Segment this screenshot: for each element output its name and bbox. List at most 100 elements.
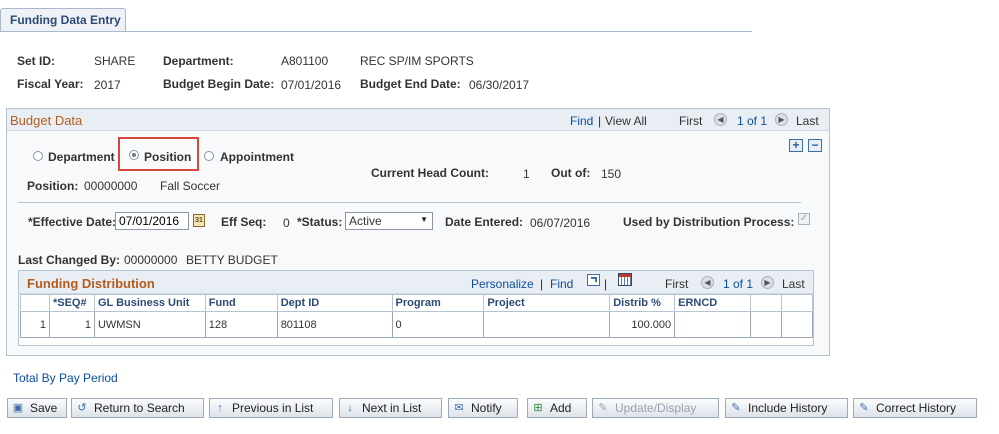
- return-to-search-button[interactable]: ↺ Return to Search: [71, 398, 204, 418]
- tab-funding-data-entry[interactable]: Funding Data Entry: [0, 8, 126, 32]
- col-dept-id[interactable]: Dept ID: [276, 294, 393, 312]
- budget-prev-arrow-icon[interactable]: ◀: [714, 113, 727, 126]
- cell-project: [483, 311, 611, 338]
- update-display-icon: ✎: [598, 402, 608, 414]
- total-by-pay-period-link[interactable]: Total By Pay Period: [13, 371, 118, 385]
- col-program[interactable]: Program: [391, 294, 485, 312]
- radio-position-label: Position: [144, 150, 192, 164]
- delete-row-icon[interactable]: −: [808, 139, 822, 152]
- col-fund[interactable]: Fund: [204, 294, 278, 312]
- funding-next-arrow-icon[interactable]: ▶: [761, 276, 774, 289]
- calendar-icon[interactable]: 31: [193, 214, 205, 227]
- add-button[interactable]: ⊞ Add: [527, 398, 587, 418]
- position-number: 00000000: [84, 179, 138, 193]
- last-changed-by-label: Last Changed By:: [18, 253, 121, 267]
- status-label: *Status:: [297, 215, 343, 229]
- col-erncd[interactable]: ERNCD: [674, 294, 752, 312]
- col-seq[interactable]: *SEQ#: [48, 294, 95, 312]
- cell-gl-business-unit: UWMSN: [93, 311, 206, 338]
- previous-in-list-button[interactable]: ↑ Previous in List: [209, 398, 333, 418]
- budget-first-label: First: [679, 114, 703, 128]
- notify-button[interactable]: ✉ Notify: [448, 398, 518, 418]
- cell-erncd: [674, 311, 752, 338]
- cell-seq: 1: [48, 311, 95, 338]
- funding-separator-2: |: [604, 277, 608, 291]
- position-label: Position:: [27, 179, 79, 193]
- col-distrib-pct[interactable]: Distrib %: [609, 294, 676, 312]
- budget-find-link[interactable]: Find: [570, 114, 593, 128]
- budget-end-label: Budget End Date:: [360, 77, 461, 91]
- funding-first-label: First: [665, 277, 689, 291]
- status-select-value: Active: [349, 214, 382, 228]
- date-entered-value: 06/07/2016: [530, 216, 591, 230]
- save-button[interactable]: ▣ Save: [7, 398, 67, 418]
- cell-dept-id: 801108: [276, 311, 393, 338]
- radio-department[interactable]: [33, 151, 43, 161]
- setid-value: SHARE: [94, 54, 136, 68]
- funding-last-label: Last: [782, 277, 805, 291]
- budget-next-arrow-icon[interactable]: ▶: [775, 113, 788, 126]
- budget-separator: |: [598, 114, 602, 128]
- head-count-label: Current Head Count:: [371, 166, 489, 180]
- update-display-label: Update/Display: [615, 401, 697, 415]
- radio-appointment[interactable]: [204, 151, 214, 161]
- dropdown-arrow-icon: ▼: [420, 215, 428, 224]
- department-name: REC SP/IM SPORTS: [360, 54, 474, 68]
- position-name: Fall Soccer: [160, 179, 221, 193]
- include-history-button[interactable]: ✎ Include History: [725, 398, 848, 418]
- budget-last-label: Last: [796, 114, 819, 128]
- cell-distrib-pct: 100.000: [609, 311, 676, 338]
- save-label: Save: [30, 401, 58, 415]
- add-row-icon[interactable]: +: [789, 139, 803, 152]
- status-select[interactable]: Active ▼: [345, 212, 433, 230]
- budget-begin-value: 07/01/2016: [281, 78, 342, 92]
- correct-history-label: Correct History: [876, 401, 957, 415]
- cell-row-num: 1: [20, 311, 50, 338]
- fiscal-year-label: Fiscal Year:: [17, 77, 84, 91]
- section-divider: [18, 202, 801, 203]
- used-by-distribution-checkbox[interactable]: ✓: [798, 213, 810, 225]
- view-new-window-icon[interactable]: [587, 274, 600, 286]
- personalize-link[interactable]: Personalize: [471, 277, 534, 291]
- save-icon: ▣: [12, 402, 24, 414]
- used-by-distribution-label: Used by Distribution Process:: [623, 215, 795, 229]
- budget-begin-label: Budget Begin Date:: [163, 77, 275, 91]
- department-label: Department:: [163, 54, 234, 68]
- add-icon: ⊞: [533, 402, 543, 414]
- col-blank-2: [781, 294, 813, 312]
- budget-row-count: 1 of 1: [737, 114, 768, 128]
- tab-underline: [0, 31, 752, 32]
- eff-seq-value: 0: [283, 216, 290, 230]
- radio-department-label: Department: [48, 150, 115, 164]
- budget-end-value: 06/30/2017: [469, 78, 530, 92]
- previous-list-icon: ↑: [217, 402, 223, 414]
- funding-table: *SEQ# GL Business Unit Fund Dept ID Prog…: [20, 294, 813, 338]
- funding-table-header-row: *SEQ# GL Business Unit Fund Dept ID Prog…: [20, 294, 813, 312]
- col-gl-business-unit[interactable]: GL Business Unit: [93, 294, 206, 312]
- return-to-search-label: Return to Search: [94, 401, 185, 415]
- return-search-icon: ↺: [77, 402, 87, 414]
- cell-blank-1: [750, 311, 782, 338]
- radio-appointment-label: Appointment: [220, 150, 294, 164]
- next-list-icon: ↓: [347, 402, 353, 414]
- budget-view-all-link[interactable]: View All: [605, 114, 647, 128]
- next-in-list-button[interactable]: ↓ Next in List: [339, 398, 442, 418]
- col-project[interactable]: Project: [483, 294, 611, 312]
- cell-fund: 128: [204, 311, 278, 338]
- cell-program: 0: [391, 311, 485, 338]
- funding-find-link[interactable]: Find: [550, 277, 573, 291]
- setid-label: Set ID:: [17, 54, 56, 68]
- download-spreadsheet-icon[interactable]: [618, 273, 632, 286]
- correct-history-button[interactable]: ✎ Correct History: [853, 398, 977, 418]
- head-count-value: 1: [523, 167, 530, 181]
- date-entered-label: Date Entered:: [445, 215, 524, 229]
- funding-prev-arrow-icon[interactable]: ◀: [701, 276, 714, 289]
- out-of-value: 150: [601, 167, 622, 181]
- budget-data-header: [7, 109, 829, 131]
- table-row: 1 1 UWMSN 128 801108 0 100.000: [20, 311, 813, 338]
- effective-date-input[interactable]: [115, 212, 189, 230]
- include-history-label: Include History: [748, 401, 828, 415]
- out-of-label: Out of:: [551, 166, 591, 180]
- radio-position[interactable]: [129, 150, 139, 160]
- update-display-button[interactable]: ✎ Update/Display: [592, 398, 719, 418]
